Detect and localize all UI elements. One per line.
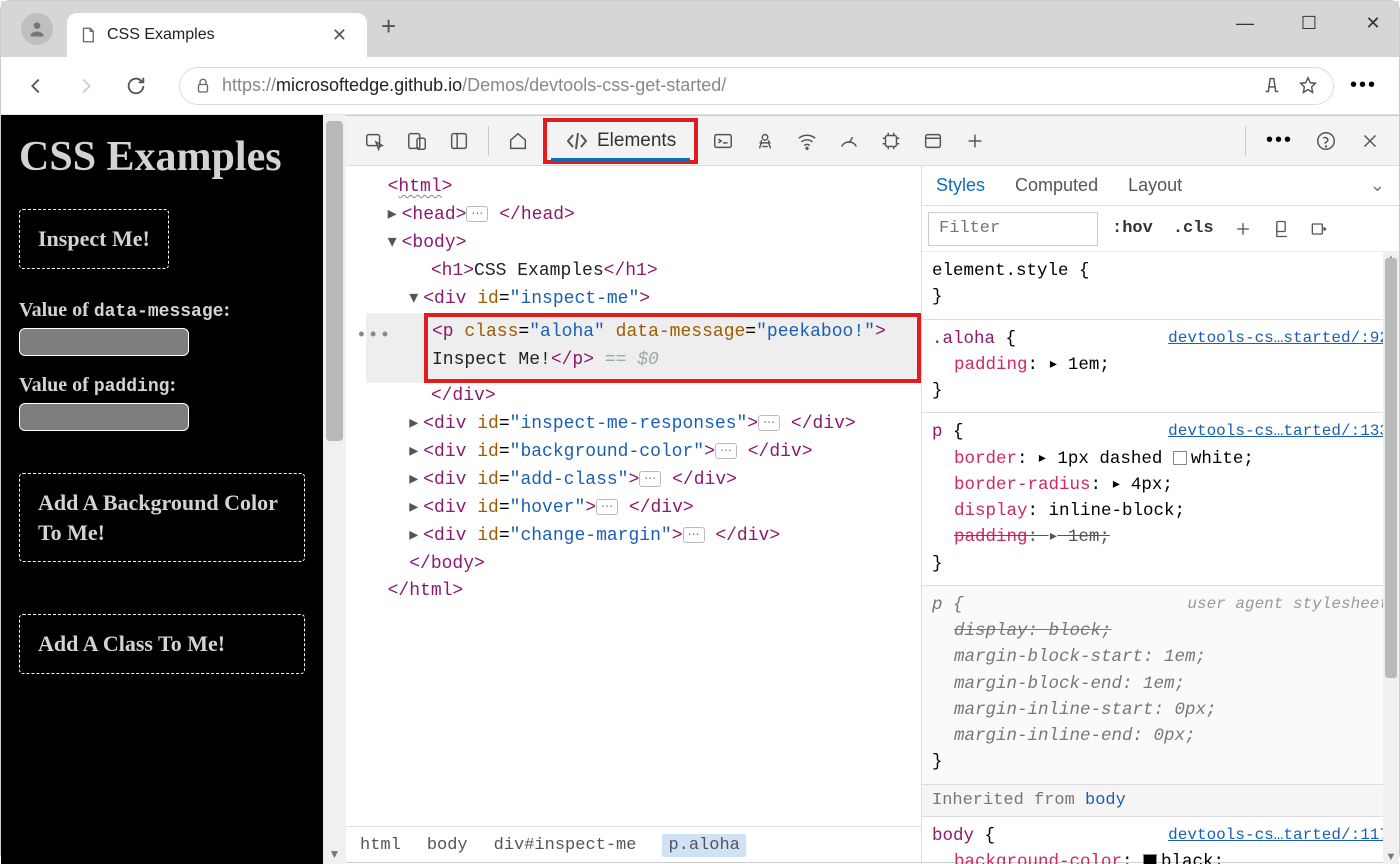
rule-p[interactable]: p {devtools-cs…tarted/:133 border: ▸ 1px… bbox=[922, 413, 1399, 586]
bg-color-text: Add A Background Color To Me! bbox=[38, 488, 286, 547]
styles-filter-input[interactable] bbox=[928, 212, 1098, 246]
scrollbar-thumb[interactable] bbox=[1385, 258, 1397, 678]
back-button[interactable] bbox=[15, 65, 57, 107]
code-icon bbox=[565, 129, 589, 153]
browser-tab[interactable]: CSS Examples ✕ bbox=[67, 13, 367, 57]
breadcrumb-item[interactable]: html bbox=[360, 836, 401, 855]
response-label-1: Value of data-message: bbox=[19, 299, 305, 322]
close-devtools-icon[interactable] bbox=[1351, 122, 1389, 160]
dom-panel: <html> ▸<head>⋯ </head> ▾<body> <h1>CSS … bbox=[346, 166, 922, 864]
close-window-button[interactable]: ✕ bbox=[1353, 7, 1393, 39]
favorite-icon[interactable] bbox=[1297, 75, 1319, 97]
window-controls: — ☐ ✕ bbox=[1225, 7, 1393, 39]
devtools-body: <html> ▸<head>⋯ </head> ▾<body> <h1>CSS … bbox=[346, 166, 1399, 864]
breadcrumb-item-selected[interactable]: p.aloha bbox=[662, 834, 745, 857]
styles-tab[interactable]: Styles bbox=[936, 175, 985, 196]
styles-scrollbar[interactable]: ▲ ▼ bbox=[1383, 252, 1399, 864]
inspect-element-icon[interactable] bbox=[356, 122, 394, 160]
styles-panel: Styles Computed Layout ⌄ :hov .cls eleme… bbox=[922, 166, 1399, 864]
devtools-more-icon[interactable]: ••• bbox=[1258, 129, 1301, 152]
titlebar: CSS Examples ✕ + — ☐ ✕ bbox=[1, 1, 1399, 57]
tab-title: CSS Examples bbox=[107, 26, 215, 44]
minimize-button[interactable]: — bbox=[1225, 7, 1265, 39]
more-tabs-chevron-icon[interactable]: ⌄ bbox=[1370, 175, 1385, 196]
inherited-from-header: Inherited from body bbox=[922, 785, 1399, 817]
device-toggle-icon[interactable] bbox=[398, 122, 436, 160]
page-scrollbar[interactable]: ▲ ▼ bbox=[323, 115, 346, 864]
styles-toolbar: :hov .cls bbox=[922, 206, 1399, 252]
page-column: CSS Examples Inspect Me! Value of data-m… bbox=[1, 115, 346, 864]
toggle-computed-icon[interactable] bbox=[1304, 214, 1334, 244]
padding-input[interactable] bbox=[19, 403, 189, 431]
new-style-rule-icon[interactable] bbox=[1228, 214, 1258, 244]
console-icon[interactable] bbox=[704, 122, 742, 160]
scroll-down-icon[interactable]: ▼ bbox=[1383, 850, 1399, 864]
sources-icon[interactable] bbox=[746, 122, 784, 160]
response-label-2: Value of padding: bbox=[19, 374, 305, 397]
inspect-me-text: Inspect Me! bbox=[38, 224, 150, 254]
inspect-me-box[interactable]: Inspect Me! bbox=[19, 209, 169, 269]
forward-button[interactable] bbox=[65, 65, 107, 107]
layout-tab[interactable]: Layout bbox=[1128, 175, 1182, 196]
close-tab-icon[interactable]: ✕ bbox=[328, 25, 351, 46]
dom-breadcrumb: html body div#inspect-me p.aloha bbox=[346, 826, 921, 864]
data-message-input[interactable] bbox=[19, 328, 189, 356]
network-icon[interactable] bbox=[788, 122, 826, 160]
elements-tab-label: Elements bbox=[597, 130, 676, 152]
elements-tab[interactable]: Elements bbox=[543, 118, 698, 164]
rule-p-ua[interactable]: p {user agent stylesheet display: block;… bbox=[922, 586, 1399, 785]
profile-avatar[interactable] bbox=[21, 13, 53, 45]
copy-styles-icon[interactable] bbox=[1266, 214, 1296, 244]
scroll-down-icon[interactable]: ▼ bbox=[323, 844, 346, 864]
devtools-toolbar: Elements ••• bbox=[346, 116, 1399, 166]
address-bar: https://microsoftedge.github.io/Demos/de… bbox=[1, 57, 1399, 115]
hov-button[interactable]: :hov bbox=[1106, 219, 1159, 238]
styles-rules[interactable]: element.style { } .aloha {devtools-cs…st… bbox=[922, 252, 1399, 864]
breadcrumb-item[interactable]: body bbox=[427, 836, 468, 855]
rule-element-style[interactable]: element.style { } bbox=[922, 252, 1399, 320]
selected-dom-node[interactable]: <p class="aloha" data-message="peekaboo!… bbox=[424, 313, 921, 383]
page-icon bbox=[79, 26, 97, 44]
content-area: CSS Examples Inspect Me! Value of data-m… bbox=[1, 115, 1399, 864]
bg-color-box[interactable]: Add A Background Color To Me! bbox=[19, 473, 305, 562]
read-aloud-icon[interactable] bbox=[1261, 75, 1283, 97]
rendered-page: CSS Examples Inspect Me! Value of data-m… bbox=[1, 115, 323, 864]
add-class-text: Add A Class To Me! bbox=[38, 629, 286, 659]
maximize-button[interactable]: ☐ bbox=[1289, 7, 1329, 39]
help-icon[interactable] bbox=[1307, 122, 1345, 160]
more-tabs-icon[interactable] bbox=[956, 122, 994, 160]
url-text: https://microsoftedge.github.io/Demos/de… bbox=[222, 75, 726, 96]
welcome-icon[interactable] bbox=[499, 122, 537, 160]
rule-body[interactable]: body {devtools-cs…tarted/:117 background… bbox=[922, 817, 1399, 864]
lock-icon bbox=[194, 77, 212, 95]
new-tab-button[interactable]: + bbox=[367, 11, 410, 42]
browser-menu-icon[interactable]: ••• bbox=[1342, 74, 1385, 97]
computed-tab[interactable]: Computed bbox=[1015, 175, 1098, 196]
dock-icon[interactable] bbox=[440, 122, 478, 160]
dom-tree[interactable]: <html> ▸<head>⋯ </head> ▾<body> <h1>CSS … bbox=[346, 166, 921, 826]
memory-icon[interactable] bbox=[872, 122, 910, 160]
page-heading: CSS Examples bbox=[19, 133, 305, 181]
url-box[interactable]: https://microsoftedge.github.io/Demos/de… bbox=[179, 67, 1334, 105]
cls-button[interactable]: .cls bbox=[1167, 219, 1220, 238]
breadcrumb-item[interactable]: div#inspect-me bbox=[494, 836, 637, 855]
add-class-box[interactable]: Add A Class To Me! bbox=[19, 614, 305, 674]
application-icon[interactable] bbox=[914, 122, 952, 160]
performance-icon[interactable] bbox=[830, 122, 868, 160]
styles-tabs: Styles Computed Layout ⌄ bbox=[922, 166, 1399, 206]
refresh-button[interactable] bbox=[115, 65, 157, 107]
devtools: Elements ••• <html> ▸<head>⋯ </head> ▾<b… bbox=[346, 115, 1399, 864]
rule-aloha[interactable]: .aloha {devtools-cs…started/:92 padding:… bbox=[922, 320, 1399, 414]
scrollbar-thumb[interactable] bbox=[326, 121, 343, 441]
